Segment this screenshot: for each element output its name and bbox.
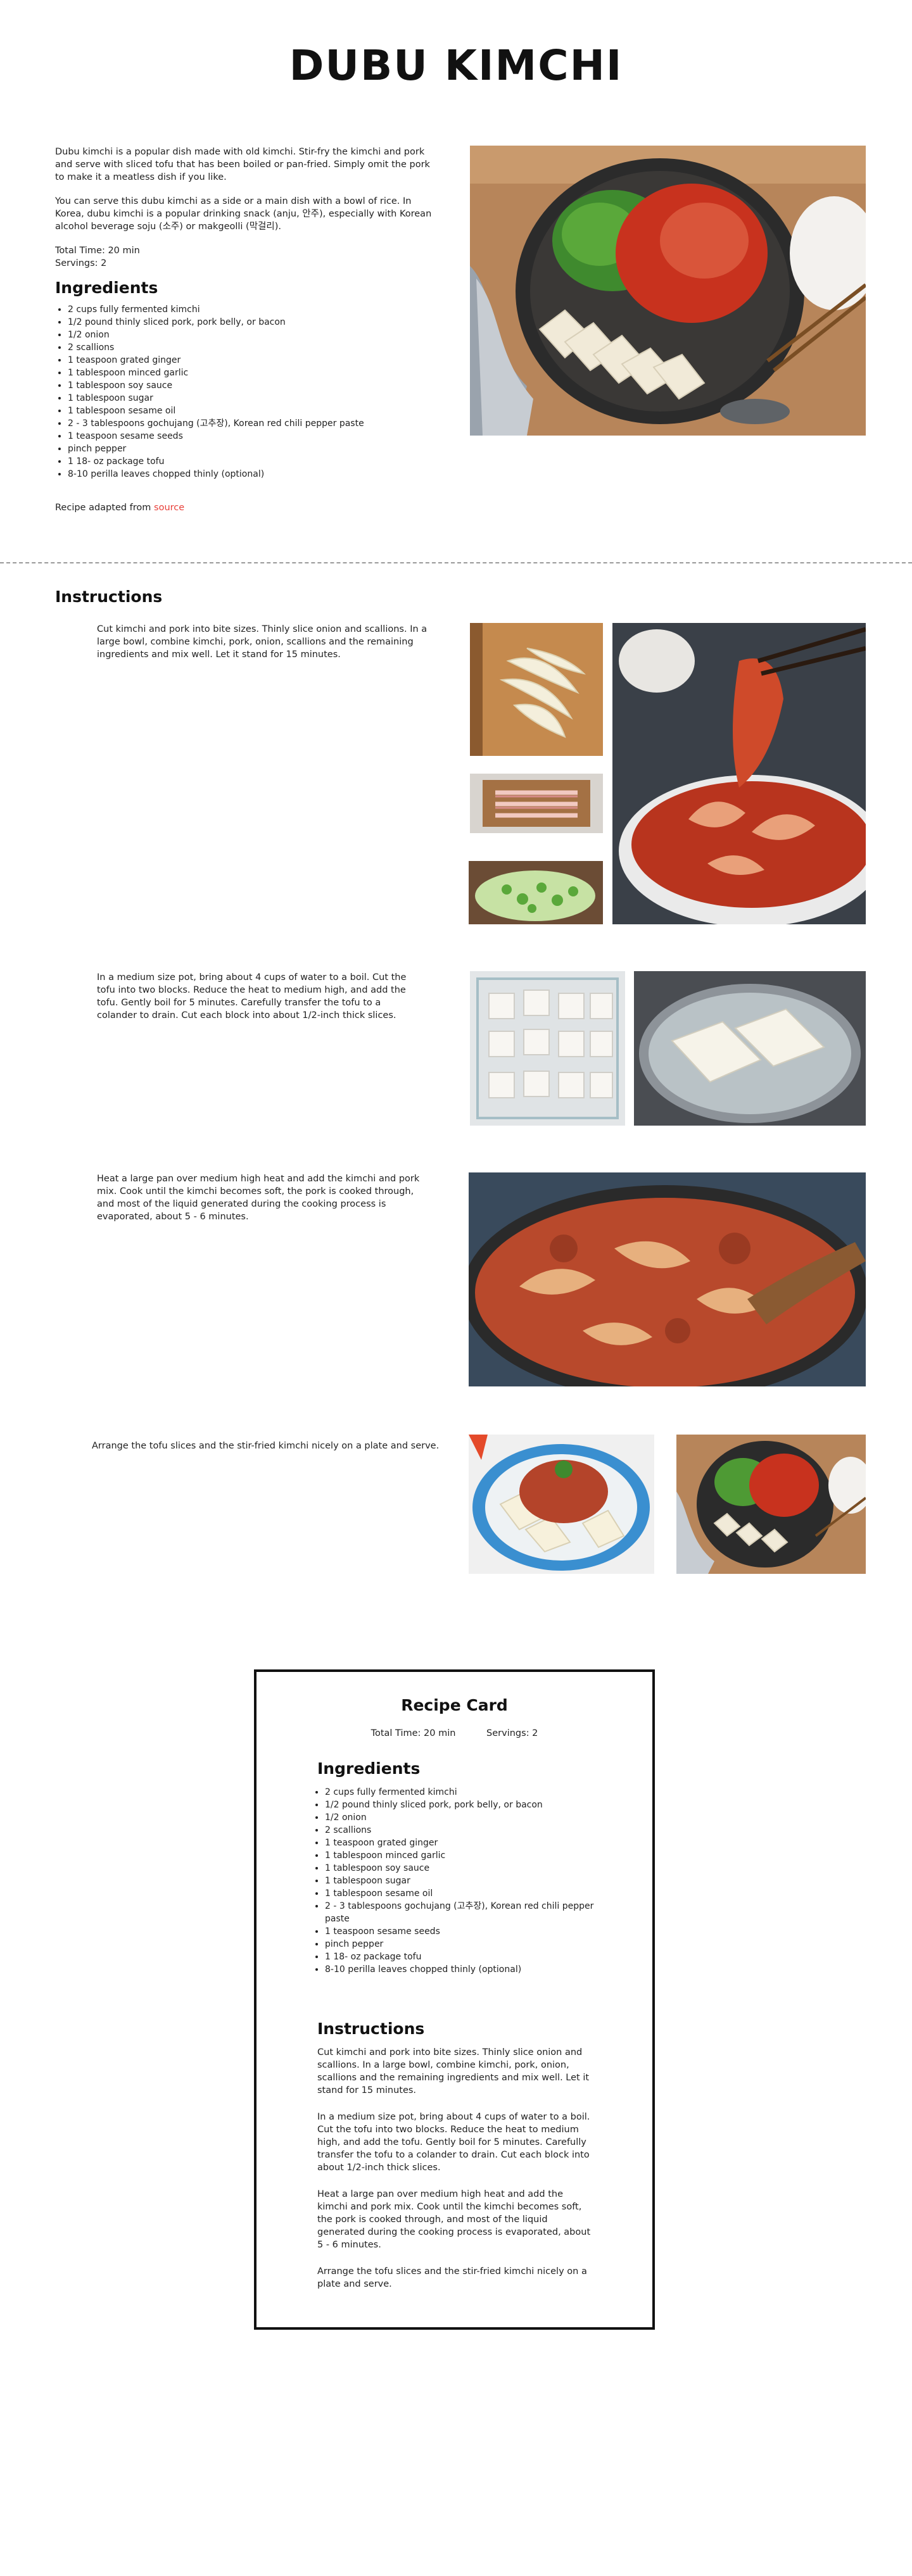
ingredient-item: 8-10 perilla leaves chopped thinly (opti… (68, 468, 438, 481)
instruction-step-4: Arrange the tofu slices and the stir-fri… (92, 1441, 440, 1451)
ingredient-item: 1 teaspoon sesame seeds (68, 430, 438, 443)
plated-dubu-kimchi-blue-photo (469, 1435, 654, 1574)
card-instruction-step-2: In a medium size pot, bring about 4 cups… (317, 2112, 590, 2173)
chopped-scallions-photo (469, 861, 603, 924)
ingredient-item: 1 tablespoon soy sauce (68, 379, 438, 392)
intro-section: Dubu kimchi is a popular dish made with … (55, 146, 438, 481)
card-ingredient-item: 2 - 3 tablespoons gochujang (고추장), Korea… (325, 1900, 596, 1925)
instruction-step-1: Cut kimchi and pork into bite sizes. Thi… (97, 624, 428, 660)
ingredient-item: 2 cups fully fermented kimchi (68, 303, 438, 316)
card-instruction-step-1: Cut kimchi and pork into bite sizes. Thi… (317, 2047, 590, 2095)
card-instructions-heading: Instructions (317, 2020, 425, 2038)
ingredient-item: 1/2 pound thinly sliced pork, pork belly… (68, 316, 438, 329)
card-ingredients-list: 2 cups fully fermented kimchi 1/2 pound … (317, 1786, 596, 1976)
card-instruction-step-3: Heat a large pan over medium high heat a… (317, 2189, 591, 2250)
intro-paragraph-1: Dubu kimchi is a popular dish made with … (55, 147, 430, 182)
source-link[interactable]: source (154, 503, 184, 513)
plated-dubu-kimchi-dark-photo (676, 1435, 866, 1574)
servings: Servings: 2 (55, 258, 107, 268)
card-ingredient-item: 1/2 pound thinly sliced pork, pork belly… (325, 1799, 596, 1811)
page-title: DUBU KIMCHI (289, 41, 623, 90)
ingredients-heading: Ingredients (55, 279, 158, 297)
sliced-onion-photo (470, 623, 603, 756)
card-ingredient-item: 1 tablespoon sesame oil (325, 1887, 596, 1900)
card-ingredient-item: 1 tablespoon soy sauce (325, 1862, 596, 1875)
card-instruction-step-4: Arrange the tofu slices and the stir-fri… (317, 2266, 587, 2289)
ingredient-item: 1 tablespoon minced garlic (68, 367, 438, 379)
ingredient-item: pinch pepper (68, 443, 438, 455)
ingredient-item: 1/2 onion (68, 329, 438, 341)
boiling-tofu-photo (634, 971, 866, 1126)
card-ingredient-item: 1 tablespoon sugar (325, 1875, 596, 1887)
card-ingredient-item: 2 scallions (325, 1824, 596, 1837)
section-divider (0, 562, 912, 563)
ingredient-item: 1 tablespoon sesame oil (68, 405, 438, 417)
card-ingredient-item: 2 cups fully fermented kimchi (325, 1786, 596, 1799)
card-ingredient-item: 8-10 perilla leaves chopped thinly (opti… (325, 1963, 596, 1976)
instructions-heading: Instructions (55, 587, 163, 606)
ingredient-item: 1 teaspoon grated ginger (68, 354, 438, 367)
card-total-time: Total Time: 20 min (370, 1728, 456, 1738)
stir-fried-kimchi-photo (469, 1172, 866, 1386)
card-ingredient-item: 1 18- oz package tofu (325, 1951, 596, 1963)
card-ingredient-item: pinch pepper (325, 1938, 596, 1951)
recipe-adapted-note: Recipe adapted from source (55, 501, 184, 514)
intro-paragraph-2: You can serve this dubu kimchi as a side… (55, 196, 432, 232)
ingredients-list: 2 cups fully fermented kimchi 1/2 pound … (68, 303, 438, 481)
hero-dish-photo (470, 146, 866, 436)
ingredient-item: 1 18- oz package tofu (68, 455, 438, 468)
instruction-step-3: Heat a large pan over medium high heat a… (97, 1174, 420, 1222)
card-ingredients-heading: Ingredients (317, 1759, 421, 1778)
card-ingredient-item: 1 teaspoon sesame seeds (325, 1925, 596, 1938)
sliced-pork-photo (470, 774, 603, 833)
total-time: Total Time: 20 min (55, 246, 140, 256)
ingredient-item: 2 scallions (68, 341, 438, 354)
adapted-prefix: Recipe adapted from (55, 503, 155, 513)
recipe-card-title: Recipe Card (401, 1696, 508, 1714)
kimchi-bowl-photo (612, 623, 866, 924)
card-ingredient-item: 1/2 onion (325, 1811, 596, 1824)
ingredient-item: 2 - 3 tablespoons gochujang (고추장), Korea… (68, 417, 438, 430)
card-ingredient-item: 1 teaspoon grated ginger (325, 1837, 596, 1849)
recipe-card: Recipe Card Total Time: 20 min Servings:… (254, 1669, 655, 2330)
card-ingredient-item: 1 tablespoon minced garlic (325, 1849, 596, 1862)
ingredient-item: 1 tablespoon sugar (68, 392, 438, 405)
instruction-step-2: In a medium size pot, bring about 4 cups… (97, 972, 407, 1021)
recipe-card-meta: Total Time: 20 min Servings: 2 (256, 1727, 652, 1740)
cubed-tofu-photo (470, 971, 625, 1126)
card-servings: Servings: 2 (486, 1728, 538, 1738)
